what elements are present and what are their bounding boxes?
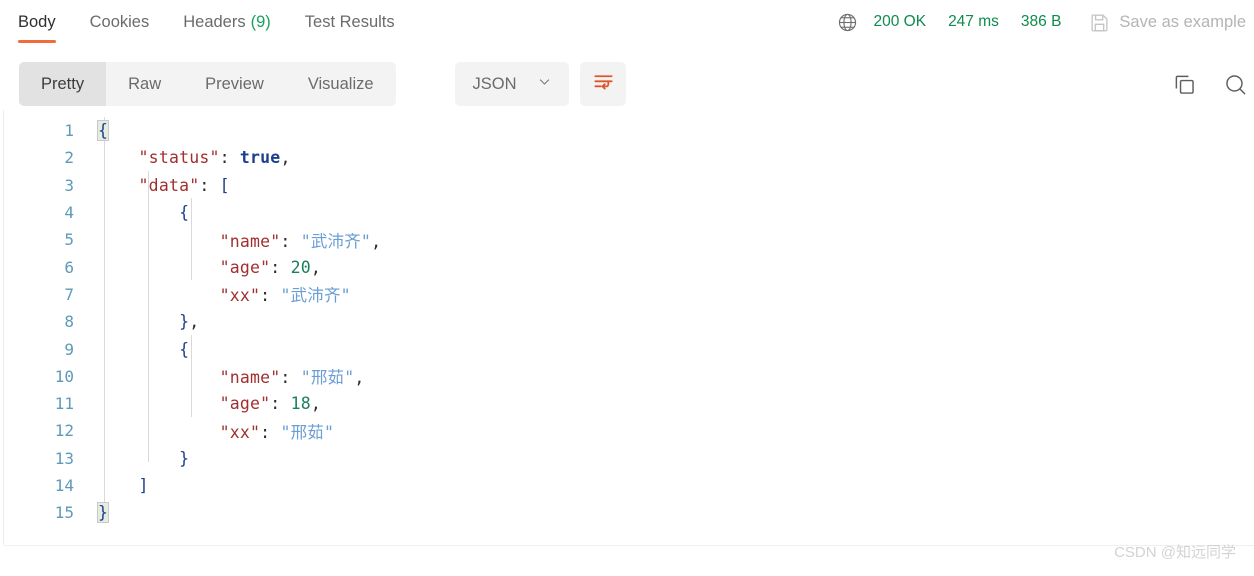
status-code: 200 OK <box>873 13 927 30</box>
chevron-down-icon <box>537 74 552 94</box>
line-content: "age": 20, <box>219 257 321 277</box>
save-as-example-label: Save as example <box>1119 12 1246 31</box>
line-content: "status": true, <box>138 148 291 168</box>
watermark: CSDN @知远同学 <box>1114 544 1236 561</box>
copy-icon[interactable] <box>1172 72 1197 97</box>
line-number: 8 <box>64 312 74 332</box>
line-number: 14 <box>54 476 74 495</box>
line-number: 12 <box>54 421 74 441</box>
line-number: 9 <box>64 339 74 359</box>
toolbar-right-icons <box>1172 62 1254 106</box>
tab-test-results-label: Test Results <box>304 12 395 31</box>
response-toolbar: Pretty Raw Preview Visualize JSON <box>0 48 1254 110</box>
line-number: 6 <box>64 257 74 277</box>
code-line: 14 ] <box>0 472 1254 499</box>
footer-divider <box>4 545 1254 546</box>
tab-body[interactable]: Body <box>18 0 56 44</box>
code-line: 12 "xx": "邢茹" <box>0 417 1254 444</box>
format-dropdown-value: JSON <box>472 74 517 93</box>
code-line: 4 { <box>0 199 1254 226</box>
code-line: 15} <box>0 499 1254 526</box>
line-number: 11 <box>54 394 74 414</box>
line-number: 13 <box>54 448 74 468</box>
code-line: 1{ <box>0 117 1254 144</box>
line-content: "name": "武沛齐", <box>219 231 382 251</box>
code-line: 11 "age": 18, <box>0 390 1254 417</box>
response-body-code-viewer[interactable]: 1{2 "status": true, 3 "data": [4 {5 "name… <box>0 110 1254 545</box>
response-header-bar: Body Cookies Headers (9) Test Results 20… <box>0 0 1254 48</box>
tab-cookies[interactable]: Cookies <box>90 0 150 44</box>
line-content: "xx": "武沛齐" <box>219 286 351 306</box>
line-number: 3 <box>64 175 74 195</box>
search-icon[interactable] <box>1223 72 1248 97</box>
floppy-disk-icon <box>1089 12 1110 33</box>
view-mode-pretty[interactable]: Pretty <box>19 62 107 106</box>
code-line: 2 "status": true, <box>0 144 1254 171</box>
line-content: { <box>179 203 190 223</box>
tab-headers-label: Headers <box>183 12 246 31</box>
save-as-example-button[interactable]: Save as example <box>1089 12 1246 33</box>
line-number: 7 <box>64 284 74 304</box>
view-mode-segmented-control: Pretty Raw Preview Visualize <box>19 62 396 106</box>
response-tabs: Body Cookies Headers (9) Test Results <box>0 0 429 44</box>
line-content: "name": "邢茹", <box>219 368 365 388</box>
view-mode-raw[interactable]: Raw <box>106 62 183 106</box>
format-dropdown[interactable]: JSON <box>455 62 569 106</box>
line-number: 2 <box>64 148 74 168</box>
view-mode-preview[interactable]: Preview <box>183 62 286 106</box>
line-content: ] <box>138 476 149 495</box>
code-lines: 1{2 "status": true, 3 "data": [4 {5 "name… <box>0 117 1254 526</box>
line-content: } <box>179 448 190 468</box>
line-content: "age": 18, <box>219 394 321 414</box>
code-line: 6 "age": 20, <box>0 253 1254 280</box>
code-line: 7 "xx": "武沛齐" <box>0 281 1254 308</box>
line-content: }, <box>179 312 200 332</box>
globe-icon <box>837 12 858 33</box>
line-number: 5 <box>64 230 74 250</box>
response-meta: 200 OK 247 ms 386 B Save as example <box>837 0 1246 44</box>
code-line: 3 "data": [ <box>0 172 1254 199</box>
word-wrap-toggle[interactable] <box>580 62 626 106</box>
response-time: 247 ms <box>948 13 999 30</box>
code-line: 5 "name": "武沛齐", <box>0 226 1254 253</box>
tab-headers[interactable]: Headers (9) <box>183 0 271 44</box>
word-wrap-icon <box>592 70 615 98</box>
code-line: 13 } <box>0 445 1254 472</box>
line-content: } <box>96 502 110 524</box>
response-size: 386 B <box>1020 13 1062 30</box>
code-line: 10 "name": "邢茹", <box>0 363 1254 390</box>
code-line: 9 { <box>0 335 1254 362</box>
line-number: 4 <box>64 203 74 223</box>
line-content: "data": [ <box>138 175 230 195</box>
line-content: { <box>179 339 190 359</box>
line-content: { <box>96 120 110 142</box>
tab-body-label: Body <box>18 12 56 31</box>
tab-cookies-label: Cookies <box>89 12 150 31</box>
tab-headers-count: (9) <box>250 12 271 31</box>
line-number: 10 <box>54 366 74 386</box>
tab-test-results[interactable]: Test Results <box>305 0 395 44</box>
line-number: 15 <box>54 503 74 523</box>
view-mode-visualize[interactable]: Visualize <box>286 62 396 106</box>
code-line: 8 }, <box>0 308 1254 335</box>
line-content: "xx": "邢茹" <box>219 422 335 442</box>
line-number: 1 <box>64 121 74 141</box>
